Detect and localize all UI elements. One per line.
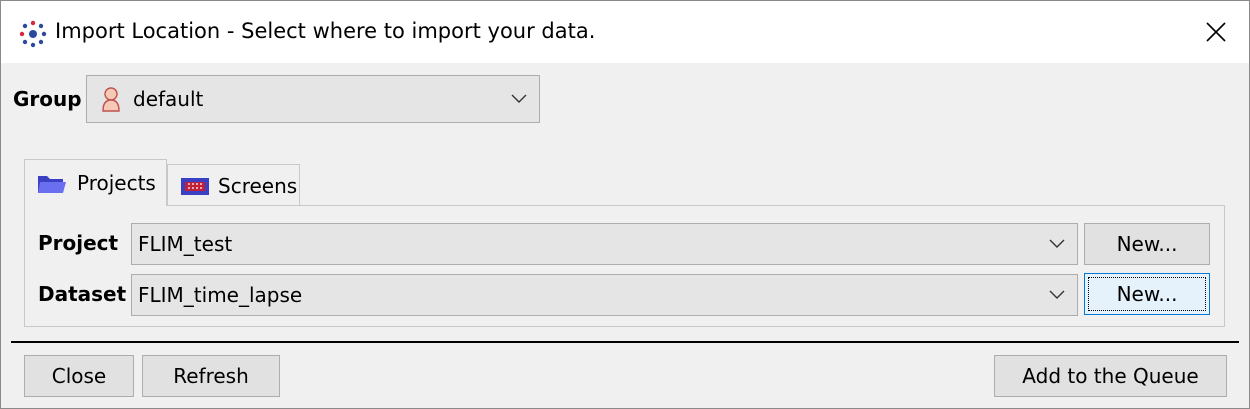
new-project-button[interactable]: New... bbox=[1084, 223, 1210, 265]
dataset-label: Dataset bbox=[38, 282, 127, 306]
screen-plate-icon bbox=[181, 177, 209, 195]
folder-icon bbox=[38, 176, 66, 193]
new-dataset-button[interactable]: New... bbox=[1084, 273, 1210, 315]
dataset-select[interactable]: FLIM_time_lapse bbox=[131, 274, 1078, 316]
window-title: Import Location - Select where to import… bbox=[55, 19, 596, 43]
add-to-queue-button[interactable]: Add to the Queue bbox=[994, 355, 1227, 397]
project-label: Project bbox=[38, 231, 119, 255]
tab-projects[interactable]: Projects bbox=[24, 159, 167, 206]
close-icon[interactable] bbox=[1193, 9, 1239, 55]
user-icon bbox=[102, 87, 120, 112]
tab-screens-label: Screens bbox=[218, 173, 298, 198]
import-location-dialog: Import Location - Select where to import… bbox=[0, 0, 1250, 409]
tab-projects-label: Projects bbox=[77, 171, 156, 195]
chevron-down-icon bbox=[1049, 290, 1065, 299]
new-dataset-button-label: New... bbox=[1116, 282, 1178, 306]
title-bar: Import Location - Select where to import… bbox=[1, 1, 1249, 63]
omero-logo-icon bbox=[19, 20, 47, 48]
refresh-button[interactable]: Refresh bbox=[142, 355, 280, 397]
project-value: FLIM_test bbox=[138, 232, 233, 256]
group-label: Group bbox=[13, 87, 82, 111]
tab-screens[interactable]: Screens bbox=[167, 164, 300, 206]
group-select[interactable]: default bbox=[86, 75, 540, 123]
separator bbox=[11, 341, 1239, 343]
group-value: default bbox=[133, 87, 204, 111]
close-button[interactable]: Close bbox=[24, 355, 134, 397]
chevron-down-icon bbox=[511, 94, 527, 103]
dataset-value: FLIM_time_lapse bbox=[138, 283, 303, 307]
project-select[interactable]: FLIM_test bbox=[131, 223, 1078, 265]
chevron-down-icon bbox=[1049, 239, 1065, 248]
